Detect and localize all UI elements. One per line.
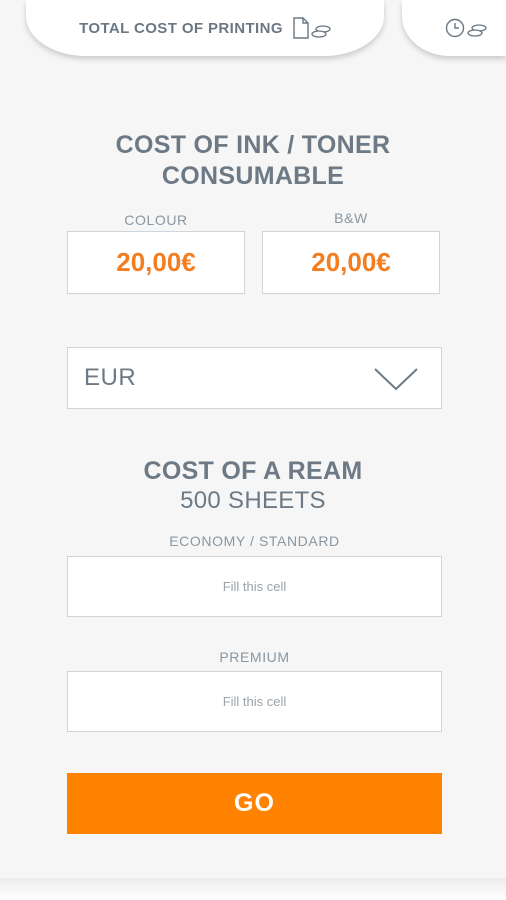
chevron-down-icon — [373, 366, 419, 397]
bw-cost-value: 20,00€ — [311, 247, 391, 277]
currency-select[interactable]: EUR — [67, 347, 442, 409]
go-button[interactable]: GO — [67, 773, 442, 834]
premium-label: PREMIUM — [219, 649, 290, 665]
tab-bar: TOTAL COST OF PRINTING — [0, 0, 506, 58]
app-screen: TOTAL COST OF PRINTING COST OF INK / TON… — [0, 0, 506, 900]
bw-cost-field[interactable]: 20,00€ — [262, 231, 440, 294]
premium-cost-input[interactable] — [68, 672, 441, 731]
economy-cost-field — [67, 556, 442, 617]
bottom-edge — [0, 878, 506, 900]
tab-time-cost[interactable] — [402, 0, 506, 56]
colour-label: COLOUR — [124, 212, 188, 228]
ream-section-subtitle: 500 SHEETS — [180, 487, 326, 514]
colour-cost-field[interactable]: 20,00€ — [67, 231, 245, 294]
ink-section-title: COST OF INK / TONER CONSUMABLE — [0, 130, 506, 192]
economy-cost-input[interactable] — [68, 557, 441, 616]
colour-cost-value: 20,00€ — [116, 247, 196, 277]
tab-total-cost-of-printing[interactable]: TOTAL COST OF PRINTING — [26, 0, 384, 56]
coins-icon — [311, 25, 331, 39]
document-icon — [293, 17, 309, 39]
economy-label: ECONOMY / STANDARD — [169, 533, 340, 549]
premium-cost-field — [67, 671, 442, 732]
ink-title-line1: COST OF INK / TONER — [115, 131, 391, 159]
clock-icon — [445, 18, 465, 38]
ink-title-line2: CONSUMABLE — [161, 162, 345, 190]
tab-label: TOTAL COST OF PRINTING — [79, 19, 283, 37]
currency-selected-value: EUR — [84, 364, 137, 391]
bw-label: B&W — [334, 210, 368, 226]
ream-section-title: COST OF A REAM — [143, 457, 363, 485]
coins-icon — [467, 24, 487, 38]
